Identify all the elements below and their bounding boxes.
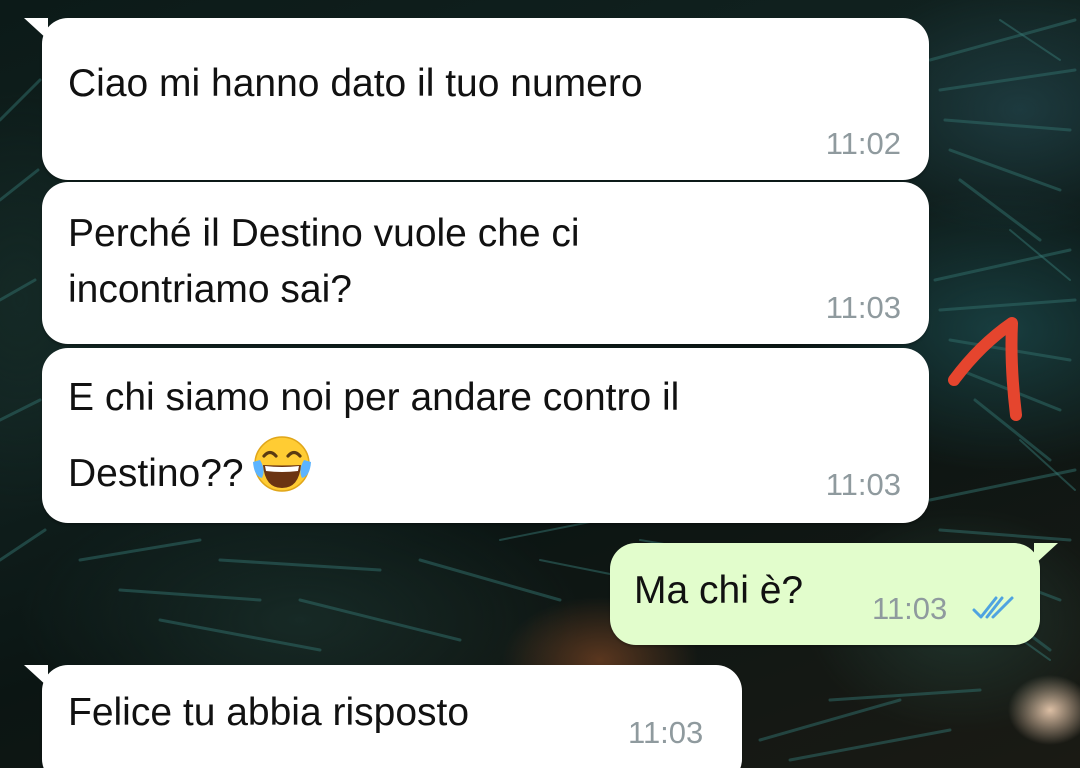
message-timestamp: 11:03 bbox=[825, 290, 901, 325]
message-timestamp: 11:03 bbox=[825, 467, 901, 502]
message-bubble-incoming[interactable]: Perché il Destino vuole che ci incontria… bbox=[42, 182, 929, 344]
message-timestamp: 11:03 bbox=[872, 591, 948, 626]
message-text: Ciao mi hanno dato il tuo numero bbox=[68, 62, 643, 105]
message-timestamp: 11:03 bbox=[628, 715, 704, 750]
message-bubble-outgoing[interactable]: Ma chi è? 11:03 bbox=[610, 543, 1058, 645]
message-bubble-incoming[interactable]: E chi siamo noi per andare contro il Des… bbox=[42, 348, 929, 523]
message-bubble-incoming[interactable]: Ciao mi hanno dato il tuo numero 11:02 bbox=[24, 18, 929, 180]
message-line: E chi siamo noi per andare contro il bbox=[68, 376, 680, 419]
laughing-tears-emoji-icon bbox=[252, 436, 311, 492]
message-line: Perché il Destino vuole che ci bbox=[68, 212, 580, 255]
message-bubble-incoming[interactable]: Felice tu abbia risposto 11:03 bbox=[24, 665, 742, 768]
message-line: Destino?? bbox=[68, 452, 244, 495]
message-text: E chi siamo noi per andare contro il Des… bbox=[68, 370, 679, 502]
message-timestamp: 11:02 bbox=[825, 126, 901, 161]
bubble-tail bbox=[24, 665, 48, 687]
message-text: Ma chi è? bbox=[634, 569, 804, 612]
bubble-tail bbox=[24, 18, 48, 40]
message-text: Perché il Destino vuole che ci incontria… bbox=[68, 206, 580, 318]
message-line: incontriamo sai? bbox=[68, 268, 352, 311]
bubble-tail bbox=[1034, 543, 1058, 565]
message-line-with-emoji: Destino?? bbox=[68, 432, 679, 502]
double-check-icon bbox=[972, 596, 1014, 619]
message-text: Felice tu abbia risposto bbox=[68, 691, 470, 734]
red-arrow-annotation bbox=[948, 317, 1022, 421]
